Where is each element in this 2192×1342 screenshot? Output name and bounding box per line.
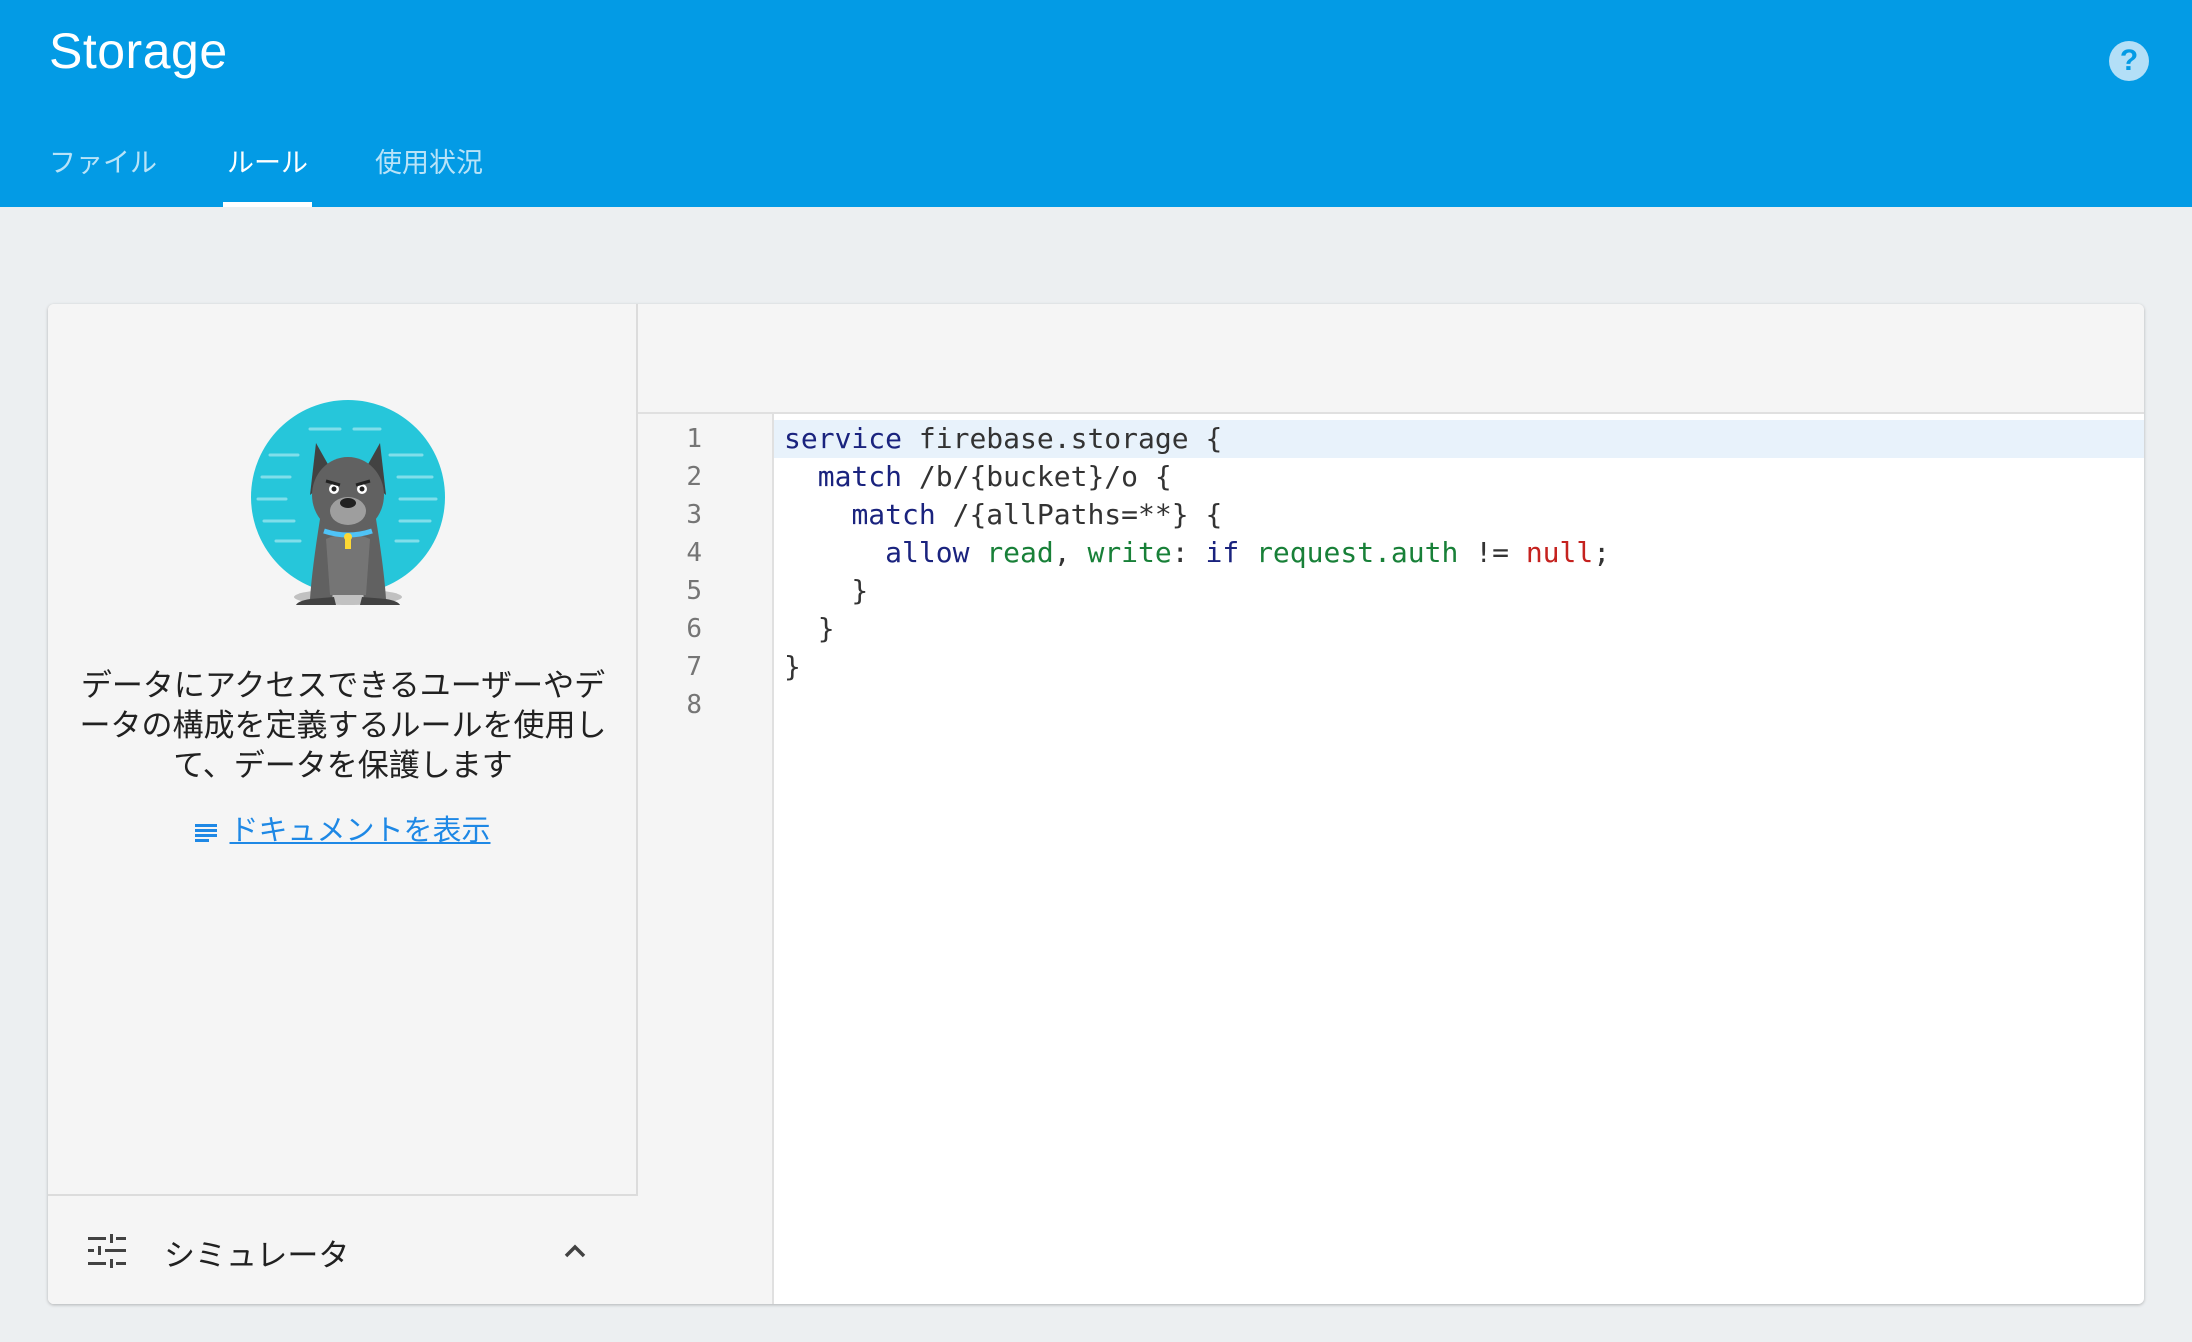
line-number: 7: [686, 652, 702, 682]
line-number: 3: [686, 500, 702, 530]
line-number: 2: [686, 462, 702, 492]
code-line[interactable]: match /{allPaths=**} {: [774, 496, 2144, 534]
code-editor[interactable]: service firebase.storage { match /b/{buc…: [774, 414, 2144, 1304]
line-number: 8: [686, 690, 702, 720]
tab-usage-label: 使用状況: [375, 148, 483, 178]
app-header: Storage ? ファイル ルール 使用状況: [0, 0, 2192, 207]
active-tab-indicator: [223, 202, 312, 207]
view-docs-label: ドキュメントを表示: [229, 815, 491, 847]
code-line[interactable]: allow read, write: if request.auth != nu…: [774, 534, 2144, 572]
simulator-toggle[interactable]: シミュレータ: [48, 1194, 638, 1304]
code-line[interactable]: service firebase.storage {: [774, 420, 2144, 458]
line-number: 1: [686, 424, 702, 454]
tab-files[interactable]: ファイル: [49, 135, 157, 207]
code-line[interactable]: [774, 686, 2144, 724]
line-number: 5: [686, 576, 702, 606]
code-line[interactable]: }: [774, 572, 2144, 610]
intro-panel: データにアクセスできるユーザーやデータの構成を定義するルールを使用して、データを…: [48, 304, 638, 1304]
code-line[interactable]: }: [774, 610, 2144, 648]
editor-toolbar: [638, 304, 2144, 414]
rules-editor-panel: 1 2 3 4 5 6 7 8 service firebase.storage…: [638, 304, 2144, 1304]
intro-description: データにアクセスできるユーザーやデータの構成を定義するルールを使用して、データを…: [79, 668, 607, 783]
line-number: 4: [686, 538, 702, 568]
tab-rules-label: ルール: [227, 148, 308, 178]
page-title: Storage: [49, 23, 228, 79]
help-circle-icon[interactable]: ?: [2109, 41, 2149, 81]
tab-files-label: ファイル: [49, 148, 157, 178]
line-number-gutter: 1 2 3 4 5 6 7 8: [638, 414, 774, 1304]
simulator-label: シミュレータ: [164, 1238, 350, 1273]
list-icon: [195, 824, 218, 842]
tab-rules[interactable]: ルール: [223, 135, 312, 207]
view-docs-link[interactable]: ドキュメントを表示: [48, 807, 638, 849]
code-line[interactable]: match /b/{bucket}/o {: [774, 458, 2144, 496]
chevron-up-icon: [564, 1244, 586, 1258]
line-number: 6: [686, 614, 702, 644]
rules-card: データにアクセスできるユーザーやデータの構成を定義するルールを使用して、データを…: [48, 304, 2144, 1304]
tab-usage[interactable]: 使用状況: [375, 135, 483, 207]
code-line[interactable]: }: [774, 648, 2144, 686]
security-dog-illustration: [251, 400, 445, 605]
tune-icon: [88, 1234, 126, 1268]
